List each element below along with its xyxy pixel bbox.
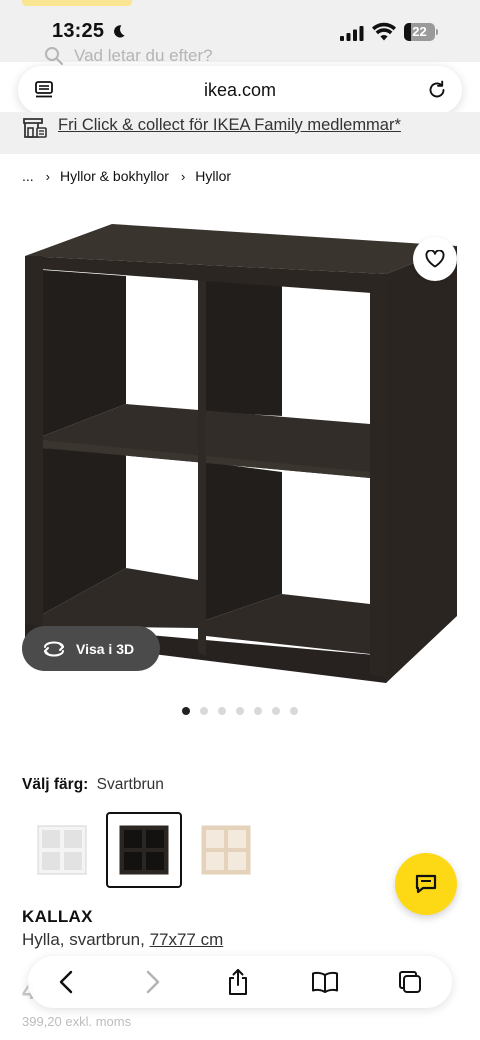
forward-button[interactable]	[139, 968, 167, 996]
gallery-dot[interactable]	[218, 707, 226, 715]
wifi-icon	[372, 22, 396, 41]
gallery-dot[interactable]	[254, 707, 262, 715]
colour-heading: Välj färg:	[22, 776, 89, 793]
search-icon	[45, 47, 63, 65]
site-search-text: Vad letar du efter?	[74, 46, 213, 65]
url-text[interactable]: ikea.com	[18, 80, 462, 101]
product-name: KALLAX	[22, 907, 93, 926]
breadcrumb-shelves[interactable]: Hyllor	[195, 168, 231, 184]
gallery-dot[interactable]	[272, 707, 280, 715]
colour-swatch-black-brown[interactable]	[106, 812, 182, 888]
breadcrumb: ... › Hyllor & bokhyllor › Hyllor	[22, 168, 231, 184]
address-bar[interactable]: ikea.com	[18, 66, 462, 114]
chevron-right-icon	[146, 970, 160, 994]
view-in-3d-label: Visa i 3D	[76, 640, 135, 657]
background-banner-peek	[22, 0, 132, 6]
rotate-icon	[44, 641, 64, 656]
status-time: 13:25	[52, 20, 105, 42]
tabs-icon	[399, 971, 421, 993]
gallery-dot[interactable]	[236, 707, 244, 715]
gallery-dot[interactable]	[200, 707, 208, 715]
battery-tip	[436, 29, 438, 35]
shelf-thumbnail-icon	[37, 825, 87, 875]
view-in-3d-button[interactable]: Visa i 3D	[22, 626, 160, 671]
store-icon	[23, 118, 47, 138]
chevron-left-icon	[59, 970, 73, 994]
reload-icon[interactable]	[426, 79, 448, 101]
site-search-placeholder[interactable]: Vad letar du efter?	[44, 44, 213, 68]
browser-toolbar	[28, 956, 452, 1008]
book-icon	[312, 971, 338, 993]
shelf-thumbnail-icon	[119, 825, 169, 875]
chevron-right-icon: ›	[45, 168, 51, 184]
share-button[interactable]	[224, 968, 252, 996]
tabs-button[interactable]	[396, 968, 424, 996]
moon-icon	[114, 25, 125, 38]
promo-link[interactable]: Fri Click & collect för IKEA Family medl…	[58, 116, 401, 135]
product-size-link[interactable]: 77x77 cm	[150, 930, 224, 949]
gallery-dot[interactable]	[182, 707, 190, 715]
breadcrumb-ellipsis[interactable]: ...	[22, 168, 34, 184]
shelf-thumbnail-icon	[201, 825, 251, 875]
heart-icon	[425, 250, 445, 268]
selected-colour: Svartbrun	[96, 776, 164, 793]
chat-button[interactable]	[395, 853, 457, 915]
breadcrumb-shelves-bookcases[interactable]: Hyllor & bokhyllor	[60, 168, 169, 184]
product-description: Hylla, svartbrun, 77x77 cm	[22, 930, 223, 950]
promo-banner: Fri Click & collect för IKEA Family medl…	[0, 112, 480, 154]
product-type: Hylla, svartbrun,	[22, 930, 145, 949]
colour-swatch-white-stained-oak[interactable]	[188, 812, 264, 888]
colour-swatch-white[interactable]	[24, 812, 100, 888]
battery-icon: 22	[404, 23, 438, 41]
cellular-signal-icon	[340, 26, 364, 41]
back-button[interactable]	[52, 968, 80, 996]
battery-level: 22	[412, 24, 427, 39]
product-image[interactable]	[0, 216, 480, 696]
favourite-button[interactable]	[413, 237, 457, 281]
share-icon	[229, 969, 247, 995]
colour-selector-label: Välj färg: Svartbrun	[22, 776, 164, 794]
bookmarks-button[interactable]	[311, 968, 339, 996]
chevron-right-icon: ›	[180, 168, 186, 184]
price-excl-vat: 399,20 exkl. moms	[22, 1014, 132, 1029]
gallery-pagination	[182, 707, 308, 715]
gallery-dot[interactable]	[290, 707, 298, 715]
chat-icon	[415, 874, 437, 894]
